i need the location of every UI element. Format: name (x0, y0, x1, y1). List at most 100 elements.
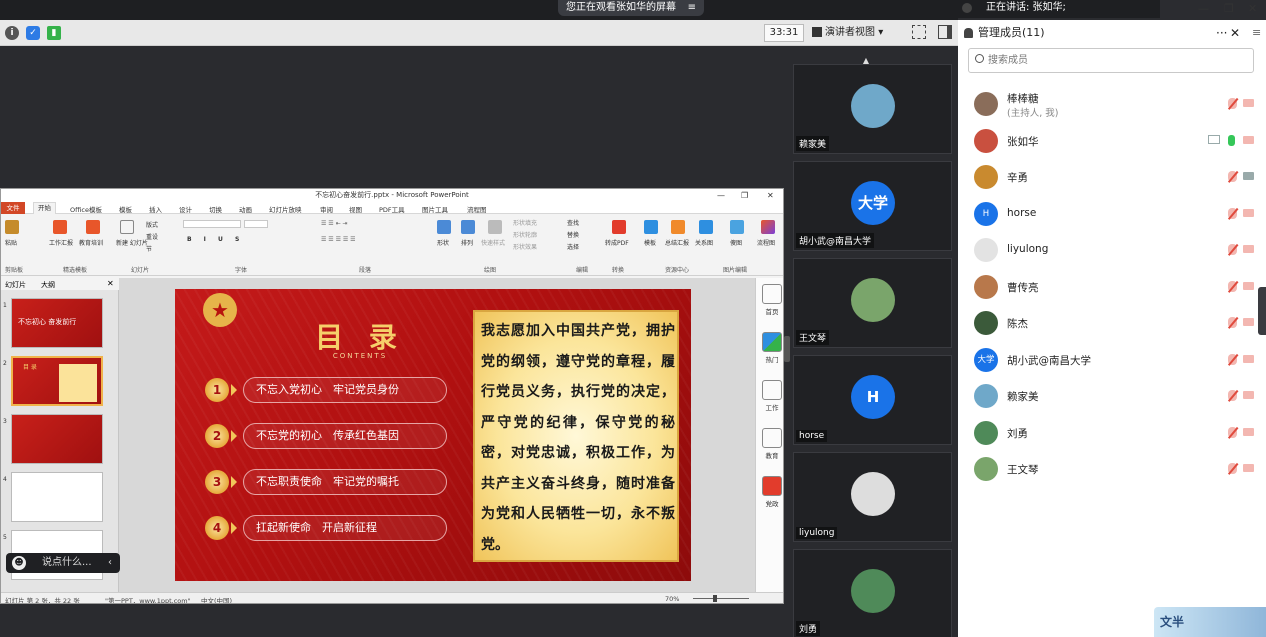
more-icon[interactable]: ··· (1216, 20, 1227, 46)
slide-thumbnail[interactable]: 不忘初心 奋发前行 (11, 298, 103, 348)
member-row[interactable]: 棒棒糖 (主持人, 我) (974, 89, 1256, 119)
promo-thumbnail[interactable]: 文半 (1154, 607, 1266, 637)
shield-icon[interactable]: ✓ (26, 26, 40, 40)
search-input[interactable] (988, 52, 1248, 69)
camera-off-icon[interactable] (1243, 355, 1254, 363)
video-tile[interactable]: 赖家美 (793, 64, 952, 154)
ppt-minimize-icon[interactable]: — (717, 189, 725, 202)
camera-off-icon[interactable] (1243, 99, 1254, 107)
emoji-icon[interactable]: ☻ (12, 556, 26, 570)
member-row[interactable]: liyulong (974, 235, 1256, 265)
member-row[interactable]: 陈杰 (974, 308, 1256, 338)
new-slide-icon[interactable] (120, 220, 134, 234)
tab-picture-tools[interactable]: 图片工具 (422, 204, 448, 214)
edu-training-icon[interactable] (86, 220, 100, 234)
shape-fill-button[interactable]: 形状填充 (513, 218, 537, 227)
tab-insert[interactable]: 插入 (149, 204, 162, 214)
rail-edu[interactable]: 教育 (760, 428, 783, 460)
share-banner[interactable]: 您正在观看张如华的屏幕 ≡ (558, 0, 704, 16)
tab-outline[interactable]: 大纲 (41, 280, 55, 290)
rail-hot[interactable]: 热门 (760, 332, 783, 364)
menu-icon[interactable]: ≡ (688, 0, 696, 16)
section-button[interactable]: 节 (146, 244, 152, 253)
image-icon[interactable] (730, 220, 744, 234)
camera-off-icon[interactable] (1243, 136, 1254, 144)
template-icon[interactable] (644, 220, 658, 234)
tab-pdf-tools[interactable]: PDF工具 (379, 204, 405, 214)
tab-transitions[interactable]: 切换 (209, 204, 222, 214)
summary-report-icon[interactable] (671, 220, 685, 234)
layout-button[interactable]: 版式 (146, 220, 158, 229)
minimize-icon[interactable]: — (1198, 2, 1209, 15)
tab-view[interactable]: 视图 (349, 204, 362, 214)
ppt-restore-icon[interactable]: ❐ (741, 189, 748, 202)
select-button[interactable]: 选择 (567, 242, 579, 251)
mic-muted-icon[interactable] (1228, 171, 1237, 182)
font-size-field[interactable] (244, 220, 268, 228)
rail-home[interactable]: 首页 (760, 284, 783, 316)
mic-active-icon[interactable] (1228, 135, 1235, 146)
member-row[interactable]: 王文琴 (974, 454, 1256, 484)
mic-muted-icon[interactable] (1228, 98, 1237, 109)
camera-off-icon[interactable] (1243, 428, 1254, 436)
camera-off-icon[interactable] (1243, 209, 1254, 217)
tab-file[interactable]: 文件 (1, 202, 25, 214)
rail-work[interactable]: 工作 (760, 380, 783, 412)
font-name-field[interactable] (183, 220, 241, 228)
tab-review[interactable]: 审阅 (320, 204, 333, 214)
tab-templates[interactable]: 模板 (119, 204, 132, 214)
pdf-icon[interactable] (612, 220, 626, 234)
rail-party[interactable]: 党政 (760, 476, 783, 508)
signal-icon[interactable]: ▮ (47, 26, 61, 40)
quick-style-icon[interactable] (488, 220, 502, 234)
panel-resize-handle[interactable] (784, 336, 790, 362)
chat-input-pill[interactable]: ☻ 说点什么... ‹ (6, 553, 120, 573)
member-row[interactable]: H horse (974, 199, 1256, 229)
replace-button[interactable]: 替换 (567, 230, 579, 239)
mic-muted-icon[interactable] (1228, 244, 1237, 255)
close-icon[interactable]: ✕ (107, 279, 114, 288)
member-row[interactable]: 曹传亮 (974, 272, 1256, 302)
camera-off-icon[interactable] (1243, 318, 1254, 326)
member-row[interactable]: 大学 胡小武@南昌大学 (974, 345, 1256, 375)
sidebar-toggle-icon[interactable] (938, 25, 952, 39)
mic-muted-icon[interactable] (1228, 463, 1237, 474)
tab-slides[interactable]: 幻灯片 (5, 280, 26, 290)
relation-chart-icon[interactable] (699, 220, 713, 234)
zoom-slider-thumb[interactable] (713, 595, 717, 602)
arrange-icon[interactable] (461, 220, 475, 234)
reset-button[interactable]: 重设 (146, 232, 158, 241)
slide-thumbnail[interactable] (11, 414, 103, 464)
list-buttons[interactable]: ☰ ☰ ⇤ ⇥ (321, 220, 348, 227)
video-tile[interactable]: 大学 胡小武@南昌大学 (793, 161, 952, 251)
close-icon[interactable]: ✕ (1248, 2, 1257, 15)
view-mode-select[interactable]: 演讲者视图 ▾ (812, 24, 900, 42)
align-buttons[interactable]: ☰ ☰ ☰ ☰ ☰ (321, 236, 356, 243)
member-row[interactable]: 刘勇 (974, 418, 1256, 448)
tab-slideshow[interactable]: 幻灯片放映 (269, 204, 302, 214)
camera-off-icon[interactable] (1243, 245, 1254, 253)
mic-muted-icon[interactable] (1228, 390, 1237, 401)
mic-muted-icon[interactable] (1228, 317, 1237, 328)
mic-muted-icon[interactable] (1228, 427, 1237, 438)
tab-design[interactable]: 设计 (179, 204, 192, 214)
find-button[interactable]: 查找 (567, 218, 579, 227)
video-tile[interactable]: 王文琴 (793, 258, 952, 348)
camera-off-icon[interactable] (1243, 282, 1254, 290)
restore-icon[interactable]: ❐ (1224, 2, 1234, 15)
menu-icon[interactable]: ≡ (1252, 20, 1261, 46)
ppt-close-icon[interactable]: ✕ (767, 189, 774, 202)
font-format-buttons[interactable]: B I U S (187, 236, 244, 243)
mic-muted-icon[interactable] (1228, 208, 1237, 219)
camera-off-icon[interactable] (1243, 464, 1254, 472)
flowchart-icon[interactable] (761, 220, 775, 234)
member-row[interactable]: 张如华 (974, 126, 1256, 156)
slide-thumbnail[interactable] (11, 472, 103, 522)
member-search[interactable] (968, 48, 1254, 73)
video-tile[interactable]: H horse (793, 355, 952, 445)
fullscreen-icon[interactable] (912, 25, 926, 39)
mic-muted-icon[interactable] (1228, 281, 1237, 292)
tab-office-templates[interactable]: Office模板 (70, 204, 102, 214)
slide-thumbnail[interactable]: 目 录 (11, 356, 103, 406)
tab-home[interactable]: 开始 (33, 202, 56, 214)
